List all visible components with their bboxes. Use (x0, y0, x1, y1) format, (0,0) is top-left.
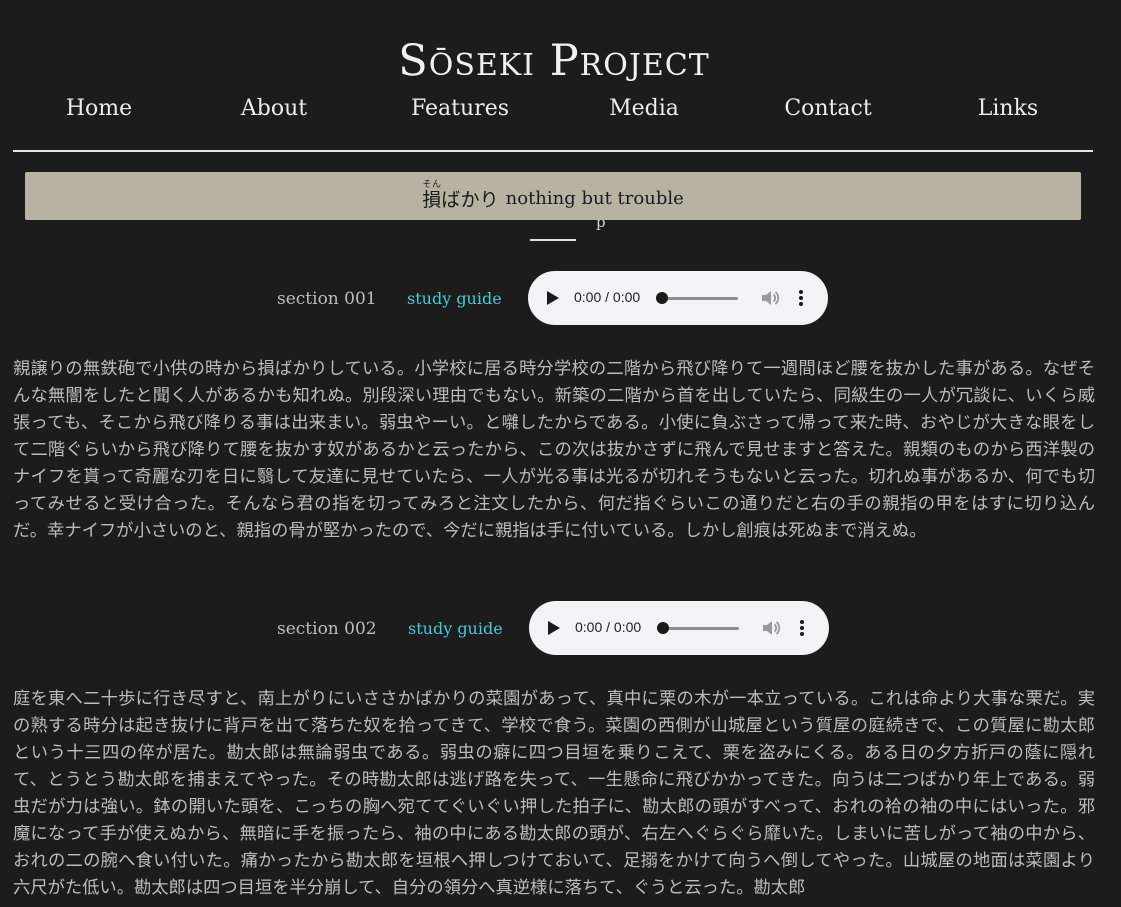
volume-icon[interactable] (761, 619, 781, 637)
nav-divider (13, 150, 1093, 152)
nav-links[interactable]: Links (978, 96, 1038, 121)
section-001-header: section 001 study guide 0:00 / 0:00 (1, 271, 1107, 327)
play-icon[interactable] (547, 291, 559, 305)
study-guide-link[interactable]: study guide (407, 289, 502, 308)
section-label: section 001 (277, 289, 377, 309)
section-001-text: 親譲りの無鉄砲で小供の時から損ばかりしている。小学校に居る時分学校の二階から飛び… (13, 359, 1095, 541)
site-title: Sōseki Project (398, 36, 710, 86)
audio-player[interactable]: 0:00 / 0:00 (529, 601, 829, 655)
audio-seek-thumb[interactable] (657, 622, 669, 634)
volume-icon[interactable] (760, 289, 780, 307)
more-options-icon[interactable] (800, 620, 804, 636)
audio-time: 0:00 / 0:00 (575, 619, 642, 635)
audio-seek-thumb[interactable] (656, 292, 668, 304)
play-icon[interactable] (548, 621, 560, 635)
section-label: section 002 (277, 619, 377, 639)
ruby-reading: そん (422, 180, 442, 190)
study-guide-link[interactable]: study guide (408, 619, 503, 638)
nav-features[interactable]: Features (411, 96, 509, 121)
vocab-term-rest: ばかり (441, 189, 499, 211)
section-002-header: section 002 study guide 0:00 / 0:00 (1, 601, 1107, 657)
audio-seek-track[interactable] (663, 627, 739, 630)
nav-contact[interactable]: Contact (784, 96, 871, 121)
page: Sōseki Project Home About Features Media… (1, 0, 1119, 907)
nav-about[interactable]: About (241, 96, 307, 121)
section-002-text: 庭を東へ二十歩に行き尽すと、南上がりにいささかばかりの菜園があって、真中に栗の木… (13, 689, 1095, 898)
vocab-tooltip-banner: 損そんばかり nothing but trouble (25, 172, 1081, 220)
audio-player[interactable]: 0:00 / 0:00 (528, 271, 828, 325)
audio-time: 0:00 / 0:00 (574, 289, 641, 305)
nav-home[interactable]: Home (66, 96, 132, 121)
audio-seek-track[interactable] (662, 297, 738, 300)
nav-media[interactable]: Media (609, 96, 679, 121)
header-underline (530, 239, 576, 241)
vocab-gloss: nothing but trouble (505, 187, 684, 209)
vocab-term: 損そんばかり (422, 180, 498, 212)
ruby-base: 損そん (422, 180, 442, 211)
main-nav: Home About Features Media Contact Links (1, 96, 1107, 132)
more-options-icon[interactable] (799, 290, 803, 306)
